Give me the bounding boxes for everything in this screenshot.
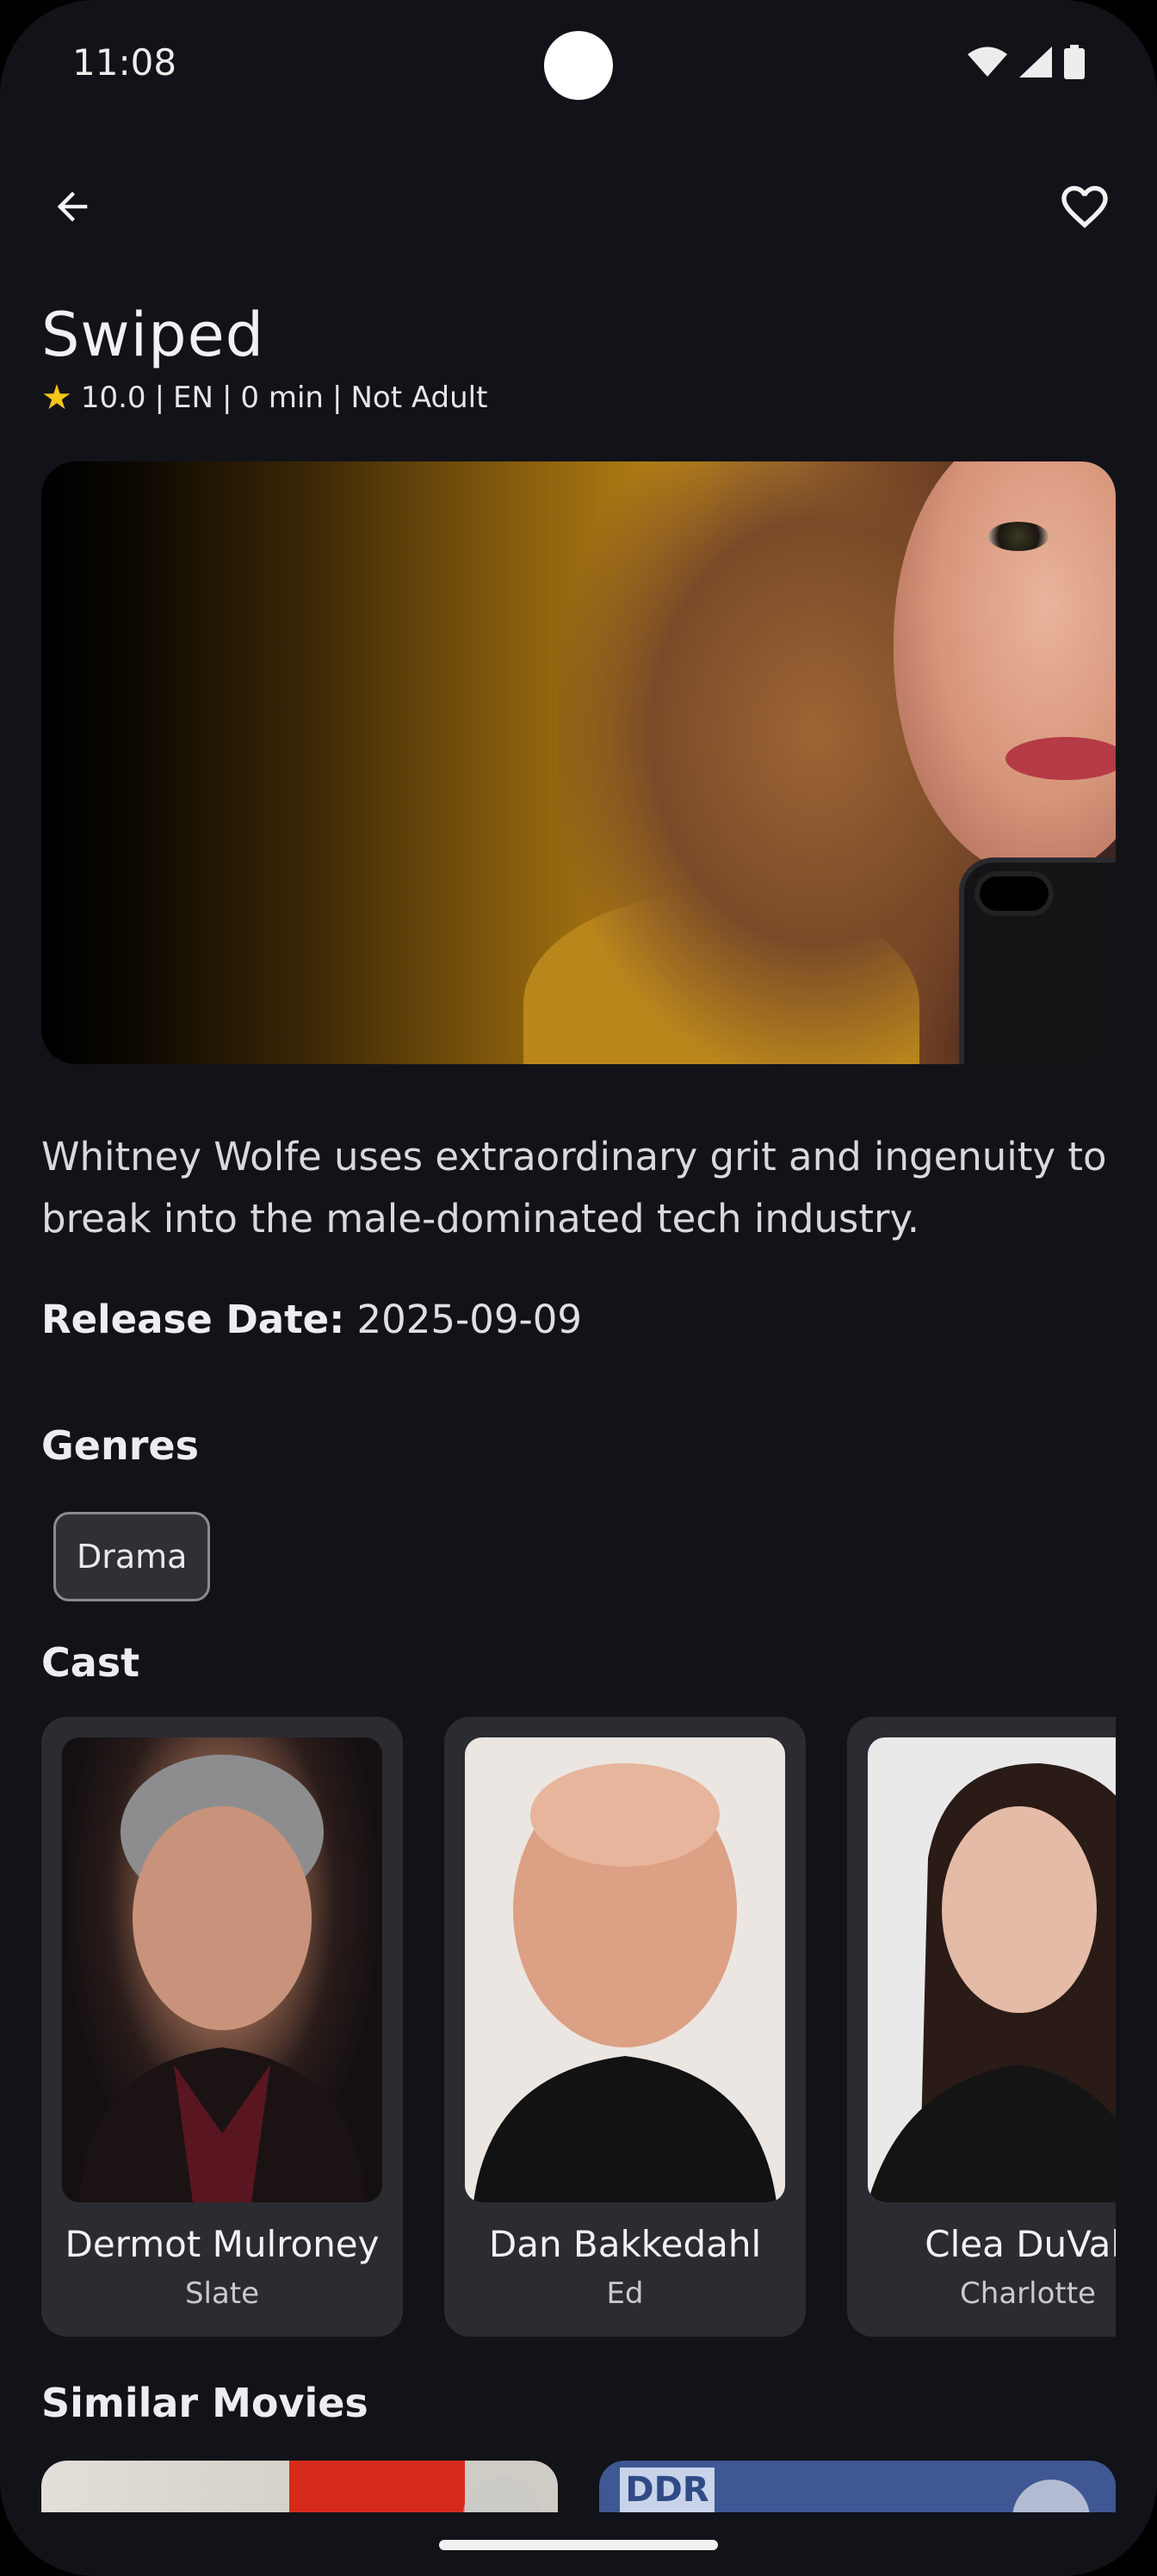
- meta-separator: |: [221, 381, 232, 415]
- cast-photo: [62, 1737, 382, 2202]
- heart-outline-icon: [1061, 186, 1108, 228]
- cast-card[interactable]: Dan Bakkedahl Ed: [444, 1717, 806, 2337]
- cast-photo: [465, 1737, 785, 2202]
- movie-title: Swiped: [41, 300, 265, 370]
- backdrop-eye: [988, 522, 1049, 551]
- status-icons: [968, 45, 1085, 79]
- front-camera: [544, 31, 613, 100]
- similar-movies-list[interactable]: DDR: [41, 2461, 1116, 2512]
- arrow-back-icon: [57, 191, 88, 222]
- status-time: 11:08: [72, 41, 177, 84]
- cast-portrait-silhouette: [473, 1763, 776, 2202]
- similar-movies-heading: Similar Movies: [41, 2380, 368, 2426]
- poster-logo: DDR: [620, 2468, 715, 2512]
- cast-card[interactable]: Clea DuVall Charlotte: [847, 1717, 1116, 2337]
- home-indicator[interactable]: [439, 2540, 718, 2550]
- wifi-icon: [968, 46, 1007, 77]
- release-date-value: 2025-09-09: [356, 1297, 583, 1342]
- cast-portrait-silhouette: [868, 1763, 1116, 2202]
- cast-name: Dan Bakkedahl: [488, 2223, 762, 2265]
- cast-name: Clea DuVall: [925, 2223, 1116, 2265]
- adult-value: Not Adult: [350, 381, 488, 415]
- backdrop-phone-camera: [980, 876, 1049, 911]
- release-date: Release Date: 2025-09-09: [41, 1297, 582, 1342]
- battery-icon: [1064, 45, 1085, 79]
- poster-logo-text: DDR: [625, 2470, 709, 2510]
- back-button[interactable]: [38, 172, 107, 241]
- language-value: EN: [173, 381, 213, 415]
- status-bar: 11:08: [0, 0, 1157, 129]
- similar-movie-card[interactable]: DDR: [599, 2461, 1116, 2512]
- genres-heading: Genres: [41, 1422, 199, 1469]
- movie-overview: Whitney Wolfe uses extraordinary grit an…: [41, 1134, 1107, 1242]
- backdrop-lips: [1005, 737, 1116, 780]
- favorite-icon[interactable]: [463, 2476, 541, 2512]
- favorite-icon[interactable]: [1012, 2480, 1090, 2512]
- favorite-button[interactable]: [1050, 172, 1119, 241]
- release-date-label: Release Date:: [41, 1297, 345, 1342]
- backdrop-image: [41, 461, 1116, 1064]
- cast-list[interactable]: Dermot Mulroney Slate Dan Bakkedahl Ed C…: [41, 1717, 1116, 2337]
- cast-portrait-silhouette: [79, 1755, 365, 2202]
- movie-meta: ★ 10.0 | EN | 0 min | Not Adult: [41, 381, 487, 415]
- rating-value: 10.0: [80, 381, 146, 415]
- cast-role: Charlotte: [960, 2276, 1096, 2311]
- meta-separator: |: [154, 381, 165, 415]
- cellular-icon: [1019, 46, 1052, 77]
- genre-chip[interactable]: Drama: [53, 1512, 211, 1601]
- cast-card[interactable]: Dermot Mulroney Slate: [41, 1717, 403, 2337]
- cast-photo: [868, 1737, 1116, 2202]
- meta-separator: |: [331, 381, 343, 415]
- cast-heading: Cast: [41, 1639, 140, 1686]
- movie-details-screen: 11:08 Swiped ★ 10.0 | EN | 0 min | Not A…: [0, 0, 1157, 2576]
- runtime-value: 0 min: [240, 381, 324, 415]
- star-icon: ★: [41, 378, 72, 418]
- cast-role: Slate: [184, 2276, 260, 2311]
- cast-name: Dermot Mulroney: [65, 2223, 380, 2265]
- cast-role: Ed: [606, 2276, 644, 2311]
- similar-movie-card[interactable]: [41, 2461, 558, 2512]
